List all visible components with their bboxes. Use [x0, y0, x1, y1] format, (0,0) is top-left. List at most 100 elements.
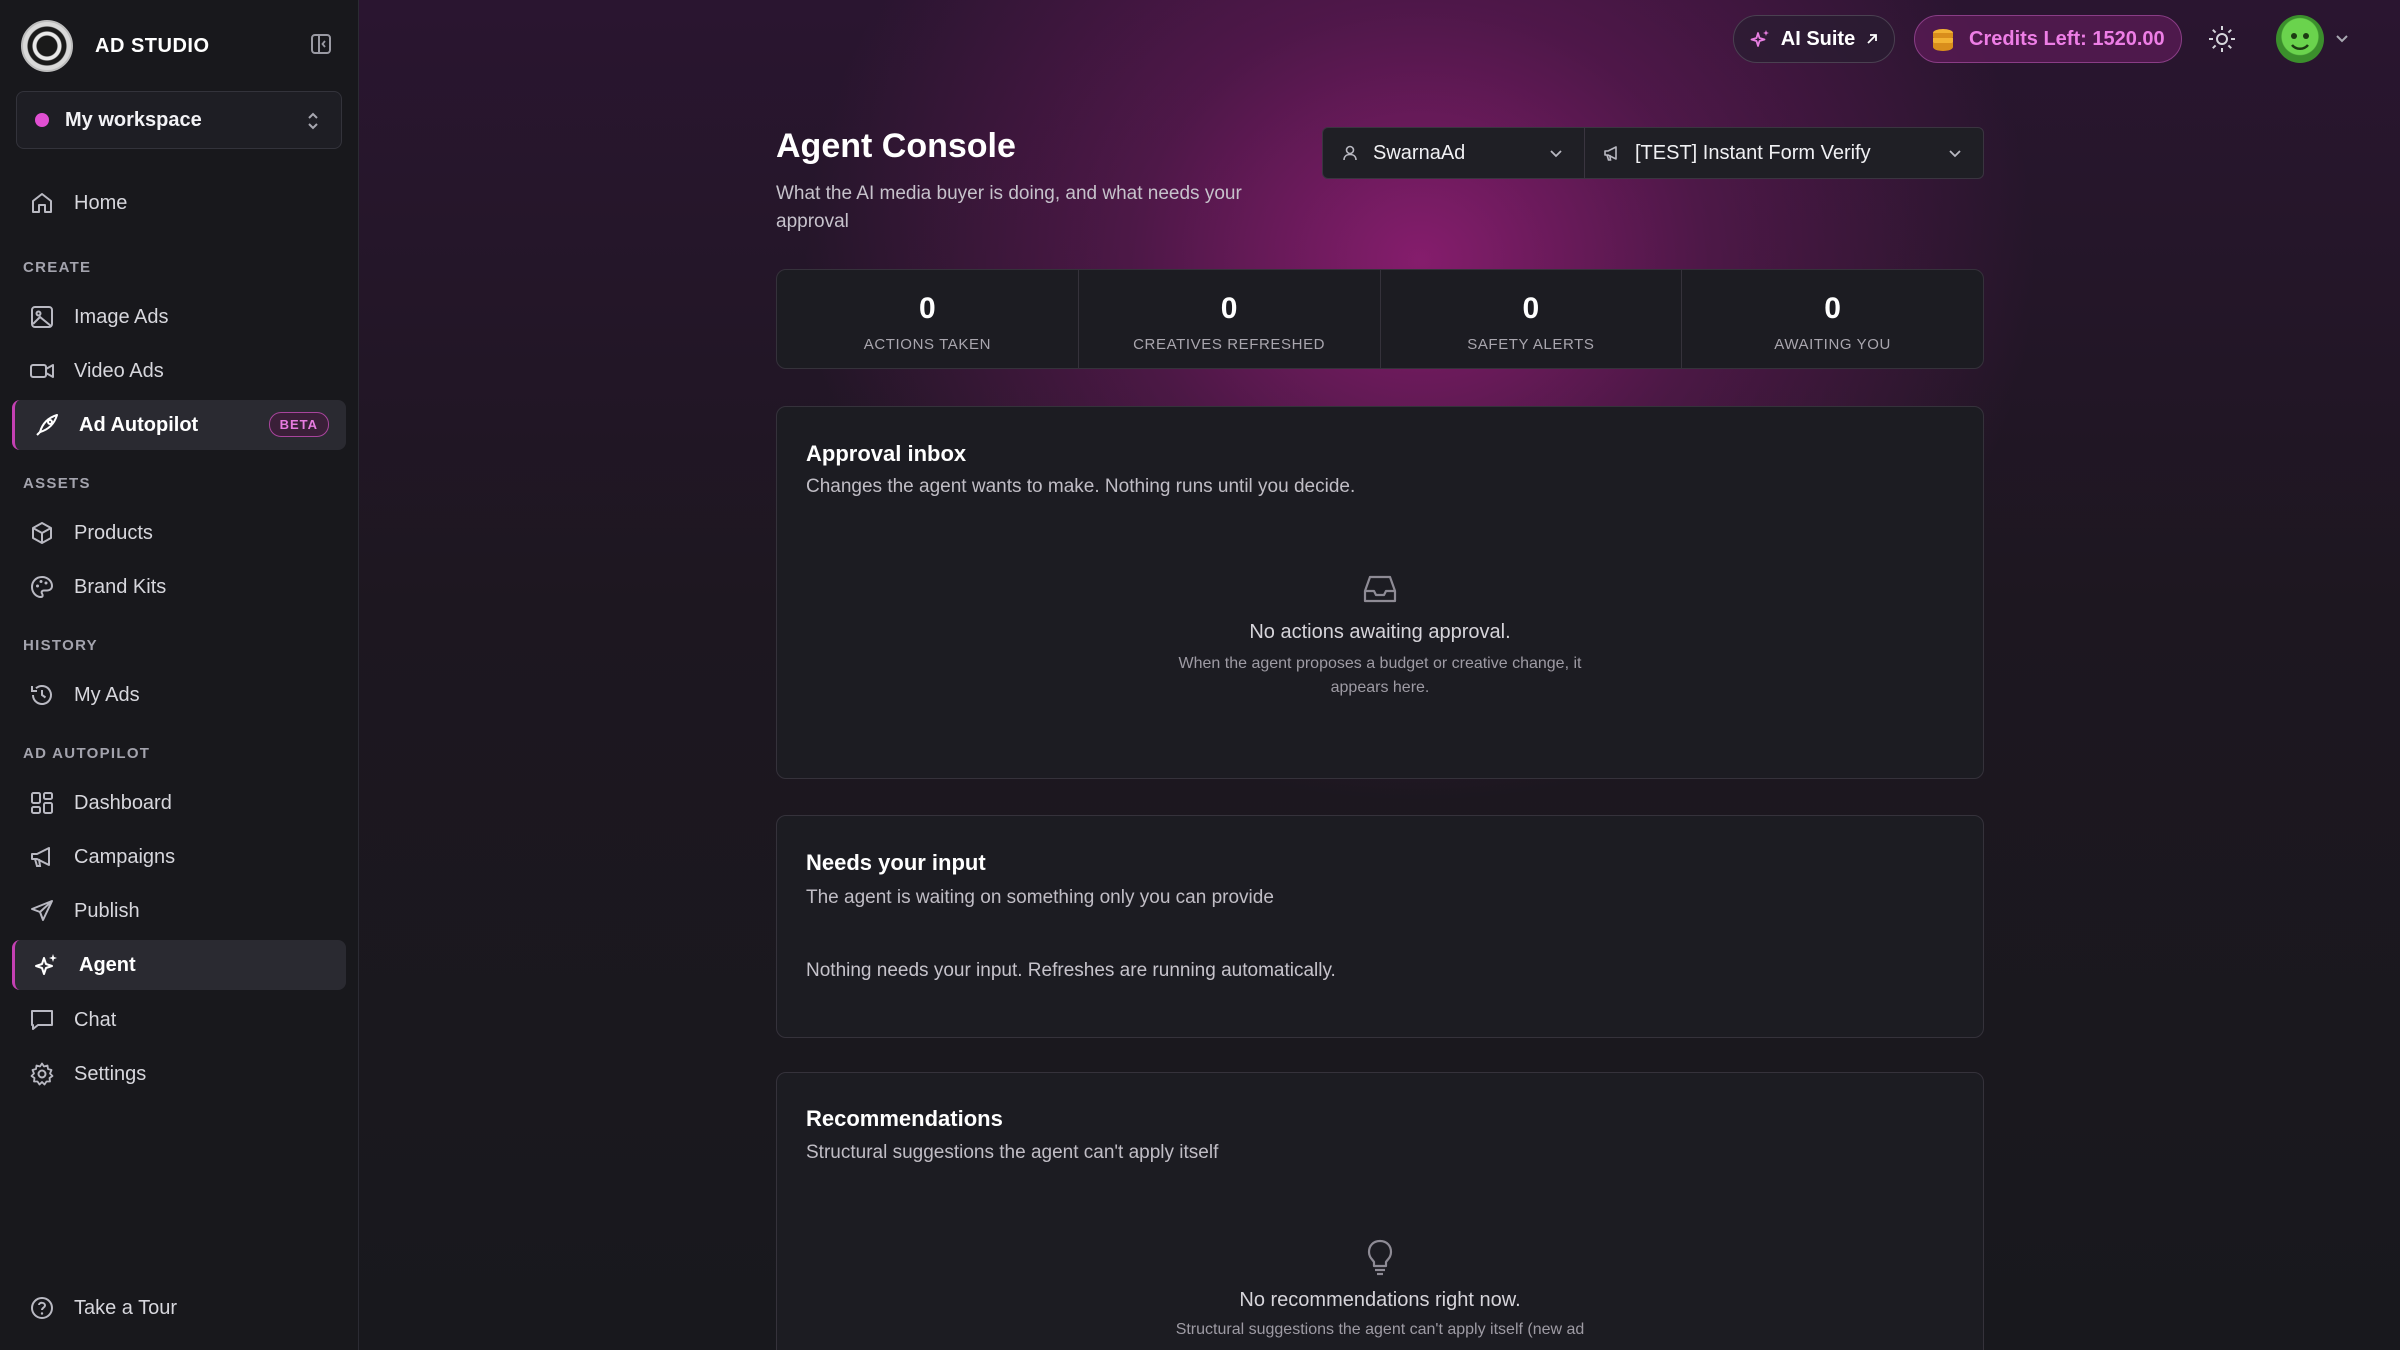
- sidebar-item-dashboard[interactable]: Dashboard: [12, 778, 346, 828]
- sidebar-item-label: Campaigns: [74, 845, 176, 868]
- approval-inbox-card: Approval inbox Changes the agent wants t…: [776, 406, 1984, 779]
- empty-title: No recommendations right now.: [1239, 1289, 1521, 1311]
- brand-name: AD STUDIO: [95, 34, 210, 57]
- sidebar-item-agent[interactable]: Agent: [12, 940, 346, 990]
- sidebar-item-label: Publish: [74, 899, 140, 922]
- palette-icon: [28, 573, 56, 601]
- brand[interactable]: AD STUDIO: [21, 20, 210, 72]
- sidebar-collapse-icon[interactable]: [310, 33, 332, 55]
- avatar[interactable]: [2276, 15, 2324, 63]
- sidebar-item-label: Video Ads: [74, 359, 164, 382]
- inbox-icon: [1360, 569, 1400, 609]
- sidebar-item-settings[interactable]: Settings: [12, 1049, 346, 1099]
- recommendations-card: Recommendations Structural suggestions t…: [776, 1072, 1984, 1350]
- workspace-dot: [35, 113, 49, 127]
- sidebar-item-label: Products: [74, 521, 153, 544]
- campaign-name: [TEST] Instant Form Verify: [1635, 141, 1871, 164]
- sidebar-item-label: Settings: [74, 1062, 147, 1085]
- account-name: SwarnaAd: [1373, 141, 1466, 164]
- sidebar-item-brand-kits[interactable]: Brand Kits: [12, 562, 346, 612]
- stat-actions-taken: 0 ACTIONS TAKEN: [777, 270, 1079, 368]
- sidebar-item-my-ads[interactable]: My Ads: [12, 670, 346, 720]
- sidebar-item-products[interactable]: Products: [12, 508, 346, 558]
- megaphone-icon: [1603, 144, 1621, 162]
- card-title: Needs your input: [806, 850, 986, 875]
- sidebar-item-ad-autopilot[interactable]: Ad Autopilot BETA: [12, 400, 346, 450]
- selector-bar: SwarnaAd [TEST] Instant Form Verify: [1322, 127, 1984, 179]
- sidebar-item-label: Dashboard: [74, 791, 172, 814]
- coins-icon: [1929, 25, 1957, 53]
- sidebar-item-label: Brand Kits: [74, 575, 167, 598]
- brand-logo: [21, 20, 73, 72]
- sidebar-item-label: Image Ads: [74, 305, 169, 328]
- sidebar-item-label: Agent: [79, 953, 136, 976]
- stat-label: ACTIONS TAKEN: [863, 336, 991, 353]
- lightbulb-icon: [1360, 1237, 1400, 1277]
- sidebar: AD STUDIO My workspace Home CREATE Image…: [0, 0, 359, 1350]
- gear-icon: [28, 1060, 56, 1088]
- stat-label: AWAITING YOU: [1774, 336, 1891, 353]
- sidebar-item-home[interactable]: Home: [12, 178, 346, 228]
- credits-badge[interactable]: Credits Left: 1520.00: [1914, 15, 2182, 63]
- card-title: Recommendations: [806, 1106, 1003, 1131]
- sidebar-item-publish[interactable]: Publish: [12, 886, 346, 936]
- box-icon: [28, 519, 56, 547]
- sidebar-item-campaigns[interactable]: Campaigns: [12, 832, 346, 882]
- image-icon: [28, 303, 56, 331]
- empty-state: No actions awaiting approval. When the a…: [777, 569, 1983, 700]
- sidebar-item-image-ads[interactable]: Image Ads: [12, 292, 346, 342]
- sidebar-item-label: Chat: [74, 1008, 117, 1031]
- sidebar-item-label: Home: [74, 191, 128, 214]
- stat-safety-alerts: 0 SAFETY ALERTS: [1381, 270, 1683, 368]
- empty-title: No actions awaiting approval.: [1249, 621, 1511, 643]
- section-label-assets: ASSETS: [23, 475, 91, 492]
- help-circle-icon: [28, 1294, 56, 1322]
- page-title: Agent Console: [776, 127, 1016, 165]
- chevron-down-icon[interactable]: [2334, 30, 2350, 46]
- card-title: Approval inbox: [806, 441, 967, 466]
- stat-value: 0: [1522, 292, 1540, 325]
- page-subtitle: What the AI media buyer is doing, and wh…: [776, 183, 1242, 232]
- workspace-name: My workspace: [65, 108, 202, 131]
- stat-value: 0: [919, 292, 936, 325]
- campaign-selector[interactable]: [TEST] Instant Form Verify: [1585, 128, 1983, 178]
- ai-suite-label: AI Suite: [1780, 27, 1856, 50]
- home-icon: [28, 189, 56, 217]
- section-label-history: HISTORY: [23, 637, 98, 654]
- workspace-switcher[interactable]: My workspace: [16, 91, 342, 149]
- needs-input-card: Needs your input The agent is waiting on…: [776, 815, 1984, 1038]
- stat-label: CREATIVES REFRESHED: [1133, 336, 1326, 353]
- section-label-ad-autopilot: AD AUTOPILOT: [23, 745, 151, 762]
- sparkles-icon: [1749, 28, 1771, 50]
- ai-suite-button[interactable]: AI Suite: [1733, 15, 1895, 63]
- empty-description: When the agent proposes a budget or crea…: [1178, 655, 1582, 696]
- stats-bar: 0 ACTIONS TAKEN 0 CREATIVES REFRESHED 0 …: [776, 269, 1984, 369]
- stat-awaiting-you: 0 AWAITING YOU: [1682, 270, 1983, 368]
- take-a-tour-button[interactable]: Take a Tour: [12, 1283, 346, 1333]
- empty-state: No recommendations right now. Structural…: [777, 1237, 1983, 1342]
- sidebar-item-label: Take a Tour: [74, 1296, 178, 1319]
- stat-creatives-refreshed: 0 CREATIVES REFRESHED: [1079, 270, 1381, 368]
- sparkles-icon: [33, 951, 61, 979]
- sidebar-item-chat[interactable]: Chat: [12, 995, 346, 1045]
- external-link-icon: [1865, 32, 1879, 46]
- history-icon: [28, 681, 56, 709]
- sidebar-item-video-ads[interactable]: Video Ads: [12, 346, 346, 396]
- video-icon: [28, 357, 56, 385]
- sun-icon[interactable]: [2207, 24, 2237, 54]
- user-icon: [1341, 144, 1359, 162]
- dashboard-icon: [28, 789, 56, 817]
- send-icon: [28, 897, 56, 925]
- stat-value: 0: [1220, 292, 1238, 325]
- chevron-down-icon: [1947, 145, 1963, 161]
- card-subtitle: Structural suggestions the agent can't a…: [806, 1142, 1219, 1163]
- empty-description: Structural suggestions the agent can't a…: [1175, 1321, 1585, 1338]
- card-subtitle: Changes the agent wants to make. Nothing…: [806, 476, 1356, 497]
- card-subtitle: The agent is waiting on something only y…: [806, 887, 1274, 908]
- credits-label: Credits Left: 1520.00: [1969, 27, 2165, 50]
- section-label-create: CREATE: [23, 259, 92, 276]
- beta-badge: BETA: [268, 412, 329, 437]
- account-selector[interactable]: SwarnaAd: [1323, 128, 1585, 178]
- megaphone-icon: [28, 843, 56, 871]
- chat-icon: [28, 1006, 56, 1034]
